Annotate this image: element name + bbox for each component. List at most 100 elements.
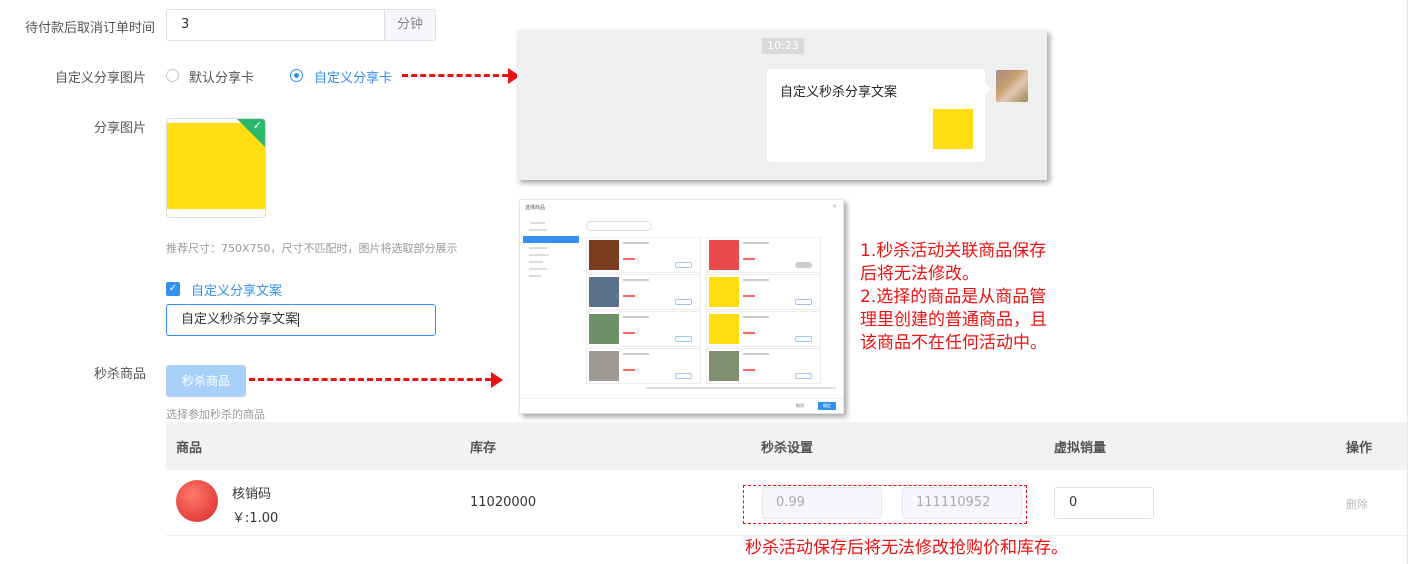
- picker-card: [586, 274, 701, 310]
- picker-card-thumb: [709, 240, 739, 270]
- picker-card-button: [795, 373, 812, 379]
- chat-bubble-tail: [985, 83, 991, 95]
- picker-sidebar-line: [529, 268, 547, 270]
- picker-footer-line: [520, 398, 843, 399]
- picker-card-button: [795, 299, 812, 305]
- goods-thumbnail: [176, 480, 218, 522]
- seckill-goods-hint: 选择参加秒杀的商品: [166, 408, 265, 421]
- picker-sidebar-active: [523, 236, 579, 243]
- picker-ok-button: 确定: [818, 402, 836, 410]
- chat-card-image: [933, 109, 973, 149]
- check-icon: ✓: [252, 119, 262, 132]
- picker-card-line: [623, 353, 649, 355]
- picker-card-line: [623, 279, 649, 281]
- picker-pagination: [646, 387, 836, 389]
- custom-share-text-checkbox[interactable]: ✓: [166, 282, 180, 296]
- picker-card: [586, 311, 701, 347]
- picker-card-line: [623, 316, 649, 318]
- annotation-note: 1.秒杀活动关联商品保存 后将无法修改。 2.选择的商品是从商品管 理里创建的普…: [860, 240, 1100, 355]
- delete-link[interactable]: 删除: [1346, 496, 1368, 512]
- arrow-to-goods-picker-head: [491, 372, 503, 388]
- share-image-label: 分享图片: [93, 121, 146, 136]
- picker-search: [586, 221, 652, 231]
- annotation-line: 1.秒杀活动关联商品保存: [860, 241, 1047, 261]
- table-header-goods: 商品: [176, 441, 203, 456]
- picker-card-price: [743, 258, 755, 260]
- picker-card: [586, 237, 701, 273]
- picker-card-line: [743, 279, 769, 281]
- custom-share-text-input[interactable]: 自定义秒杀分享文案: [166, 304, 436, 336]
- share-image-thumbnail[interactable]: ✓: [166, 118, 266, 218]
- radio-default-share-card[interactable]: [166, 69, 179, 82]
- goods-stock: 11020000: [470, 495, 537, 510]
- picker-sidebar-line: [529, 229, 547, 231]
- table-header-action: 操作: [1346, 441, 1373, 456]
- picker-sidebar-line: [529, 254, 549, 256]
- virtual-sales-value: 0: [1069, 495, 1078, 510]
- radio-default-share-card-label[interactable]: 默认分享卡: [189, 67, 254, 86]
- picker-card-button: [675, 373, 692, 379]
- picker-sidebar-line: [531, 222, 545, 224]
- chat-preview: 10:23 自定义秒杀分享文案: [517, 30, 1047, 180]
- picker-card-price: [743, 332, 755, 334]
- table-header-virtual-sales: 虚拟销量: [1054, 441, 1107, 456]
- picker-card-thumb: [709, 314, 739, 344]
- annotation-line: 理里创建的普通商品，且: [860, 310, 1047, 330]
- picker-card-price: [623, 369, 635, 371]
- picker-card: [706, 237, 821, 273]
- picker-card-button: [675, 336, 692, 342]
- chat-time-badge: 10:23: [762, 38, 804, 54]
- virtual-sales-input[interactable]: 0: [1054, 487, 1154, 519]
- picker-card-line: [743, 242, 769, 244]
- goods-price: ￥:1.00: [232, 511, 279, 526]
- cancel-time-value: 3: [181, 17, 190, 32]
- picker-sidebar-line: [529, 247, 547, 249]
- annotation-line: 2.选择的商品是从商品管: [860, 287, 1047, 307]
- custom-share-text-value: 自定义秒杀分享文案: [181, 312, 299, 327]
- picker-card-button: [795, 336, 812, 342]
- goods-name: 核销码: [232, 487, 272, 502]
- cancel-time-unit: 分钟: [384, 9, 436, 41]
- picker-card-price: [743, 369, 755, 371]
- radio-custom-share-card[interactable]: [290, 69, 303, 82]
- picker-card: [706, 311, 821, 347]
- picker-cancel-button: 取消: [796, 403, 804, 408]
- picker-card-button: [675, 299, 692, 305]
- picker-card-thumb: [589, 277, 619, 307]
- chat-avatar: [996, 70, 1028, 102]
- cancel-time-input[interactable]: 3: [166, 9, 385, 41]
- picker-card-price: [623, 332, 635, 334]
- arrow-to-chat-preview: [402, 74, 508, 77]
- table-header-seckill-settings: 秒杀设置: [761, 441, 814, 456]
- picker-sidebar-line: [529, 275, 541, 277]
- share-image-hint: 推荐尺寸：750X750，尺寸不匹配时，图片将选取部分展示: [166, 242, 458, 255]
- picker-close-icon: ×: [831, 203, 837, 210]
- custom-share-text-label[interactable]: 自定义分享文案: [191, 280, 282, 299]
- share-image-type-label: 自定义分享图片: [54, 71, 146, 86]
- picker-card: [706, 348, 821, 384]
- picker-card-line: [743, 316, 769, 318]
- annotation-line: 后将无法修改。: [860, 264, 979, 284]
- picker-card-button: [675, 262, 692, 268]
- picker-card-thumb: [709, 277, 739, 307]
- seckill-goods-label: 秒杀商品: [93, 367, 146, 382]
- chat-card: 自定义秒杀分享文案: [767, 69, 991, 162]
- picker-card-price: [623, 258, 635, 260]
- picker-sidebar-line: [529, 261, 543, 263]
- picker-card: [586, 348, 701, 384]
- annotation-line: 该商品不在任何活动中。: [860, 333, 1047, 353]
- picker-card-thumb: [589, 240, 619, 270]
- picker-card-line: [623, 242, 649, 244]
- goods-picker-preview: 选择商品 × 取消 确定: [519, 199, 844, 414]
- picker-card-button: [795, 262, 812, 268]
- picker-card-price: [743, 295, 755, 297]
- cancel-time-label: 待付款后取消订单时间: [24, 21, 155, 36]
- seckill-settings-highlight: [743, 485, 1027, 524]
- picker-card-line: [743, 353, 769, 355]
- radio-custom-share-card-label[interactable]: 自定义分享卡: [314, 67, 392, 86]
- text-cursor: [298, 312, 300, 327]
- picker-title: 选择商品: [525, 205, 546, 211]
- picker-card-thumb: [589, 314, 619, 344]
- seckill-goods-button[interactable]: 秒杀商品: [166, 365, 246, 397]
- table-header-stock: 库存: [470, 441, 497, 456]
